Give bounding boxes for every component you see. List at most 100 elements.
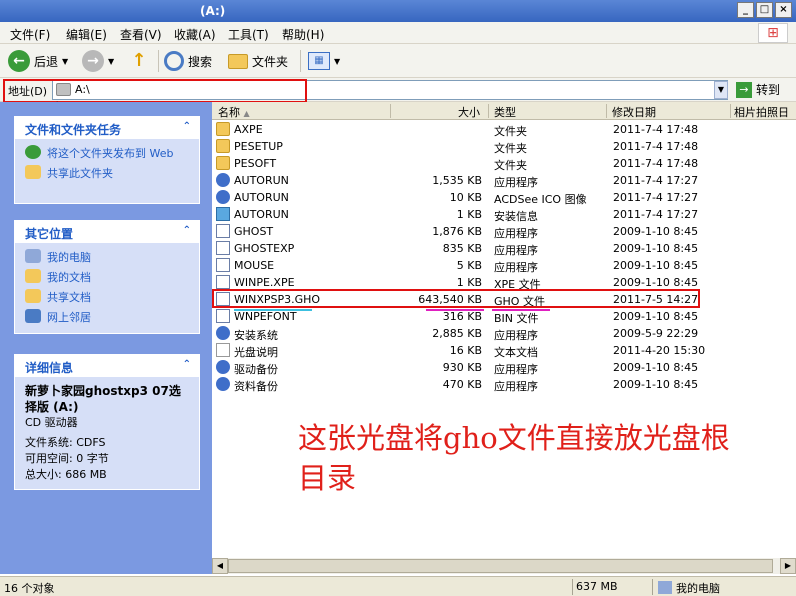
toolbar: ← 后退 ▼ → ▼ ↑ 搜索 文件夹 ▦ ▼ xyxy=(0,44,796,78)
collapse-icon[interactable]: ⌃ xyxy=(183,359,191,370)
menu-favorites[interactable]: 收藏(A) xyxy=(174,26,216,43)
file-name: MOUSE xyxy=(234,259,275,272)
menu-edit[interactable]: 编辑(E) xyxy=(66,26,107,43)
file-row[interactable]: GHOSTEXP 835 KB 应用程序 2009-1-10 8:45 xyxy=(212,240,796,257)
views-button[interactable]: ▦ ▼ xyxy=(308,50,340,72)
file-row[interactable]: AXPE 文件夹 2011-7-4 17:48 xyxy=(212,121,796,138)
file-row[interactable]: 驱动备份 930 KB 应用程序 2009-1-10 8:45 xyxy=(212,359,796,376)
file-row[interactable]: AUTORUN 10 KB ACDSee ICO 图像 2011-7-4 17:27 xyxy=(212,189,796,206)
scroll-thumb[interactable] xyxy=(228,559,773,573)
column-divider[interactable] xyxy=(606,104,607,118)
file-row[interactable]: AUTORUN 1,535 KB 应用程序 2011-7-4 17:27 xyxy=(212,172,796,189)
file-row[interactable]: 资料备份 470 KB 应用程序 2009-1-10 8:45 xyxy=(212,376,796,393)
file-modified: 2009-1-10 8:45 xyxy=(613,310,699,323)
doc-icon xyxy=(216,224,230,238)
search-button[interactable]: 搜索 xyxy=(164,50,212,72)
go-arrow-icon: → xyxy=(736,81,752,98)
file-row[interactable]: PESOFT 文件夹 2011-7-4 17:48 xyxy=(212,155,796,172)
column-size[interactable]: 大小 xyxy=(458,104,480,120)
column-type[interactable]: 类型 xyxy=(494,104,516,120)
status-divider xyxy=(572,579,573,595)
file-row[interactable]: AUTORUN 1 KB 安装信息 2011-7-4 17:27 xyxy=(212,206,796,223)
file-size: 16 KB xyxy=(449,344,482,357)
file-modified: 2009-5-9 22:29 xyxy=(613,327,699,340)
forward-button[interactable]: → ▼ xyxy=(82,50,114,72)
menu-file[interactable]: 文件(F) xyxy=(10,26,50,43)
file-row[interactable]: GHOST 1,876 KB 应用程序 2009-1-10 8:45 xyxy=(212,223,796,240)
up-button[interactable]: ↑ xyxy=(128,50,150,72)
place-my-documents[interactable]: 我的文档 xyxy=(25,269,189,285)
column-divider[interactable] xyxy=(488,104,489,118)
minimize-button[interactable]: _ xyxy=(737,2,754,18)
column-name[interactable]: 名称 ▲ xyxy=(218,104,250,120)
toolbar-divider xyxy=(158,50,159,72)
file-type: 应用程序 xyxy=(494,227,538,240)
file-tasks-panel: 文件和文件夹任务 ⌃ 将这个文件夹发布到 Web 共享此文件夹 xyxy=(14,116,200,204)
computer-icon xyxy=(25,249,41,263)
other-places-panel: 其它位置 ⌃ 我的电脑 我的文档 共享文档 网上邻居 xyxy=(14,220,200,334)
column-divider[interactable] xyxy=(390,104,391,118)
folders-button[interactable]: 文件夹 xyxy=(228,50,288,72)
place-my-computer[interactable]: 我的电脑 xyxy=(25,249,189,265)
menu-tools[interactable]: 工具(T) xyxy=(228,26,269,43)
go-label: 转到 xyxy=(756,83,781,97)
collapse-icon[interactable]: ⌃ xyxy=(183,121,191,132)
file-name: GHOSTEXP xyxy=(234,242,295,255)
gho-file-highlight-box xyxy=(212,289,700,308)
file-modified: 2011-7-4 17:27 xyxy=(613,174,699,187)
file-type: 应用程序 xyxy=(494,363,538,376)
file-size: 1 KB xyxy=(456,208,482,221)
place-shared-documents-label: 共享文档 xyxy=(47,291,91,304)
task-publish-web-label: 将这个文件夹发布到 Web xyxy=(47,147,174,160)
search-icon xyxy=(164,51,184,71)
size-underline xyxy=(426,309,484,311)
file-row[interactable]: 安装系统 2,885 KB 应用程序 2009-5-9 22:29 xyxy=(212,325,796,342)
file-row[interactable]: 光盘说明 16 KB 文本文档 2011-4-20 15:30 xyxy=(212,342,796,359)
column-photo-date[interactable]: 相片拍照日 xyxy=(734,104,789,120)
back-button[interactable]: ← 后退 ▼ xyxy=(8,50,68,72)
file-name: WINPE.XPE xyxy=(234,276,295,289)
collapse-icon[interactable]: ⌃ xyxy=(183,225,191,236)
address-dropdown-button[interactable]: ▼ xyxy=(714,81,728,99)
menu-help[interactable]: 帮助(H) xyxy=(282,26,324,43)
chevron-down-icon: ▼ xyxy=(62,56,69,66)
file-tasks-header[interactable]: 文件和文件夹任务 ⌃ xyxy=(15,117,199,139)
file-modified: 2011-7-4 17:27 xyxy=(613,191,699,204)
globe-icon xyxy=(25,145,41,159)
scroll-left-button[interactable]: ◀ xyxy=(212,558,228,574)
window-title: (A:) xyxy=(200,4,226,18)
close-button[interactable]: × xyxy=(775,2,792,18)
file-row[interactable]: PESETUP 文件夹 2011-7-4 17:48 xyxy=(212,138,796,155)
doc-icon xyxy=(216,258,230,272)
menu-view[interactable]: 查看(V) xyxy=(120,26,162,43)
details-panel: 详细信息 ⌃ 新萝卜家园ghostxp3 07选择版 (A:) CD 驱动器 文… xyxy=(14,354,200,490)
horizontal-scrollbar[interactable]: ◀ ▶ xyxy=(212,558,796,574)
place-network[interactable]: 网上邻居 xyxy=(25,309,189,325)
back-label: 后退 xyxy=(34,54,59,69)
column-header: 名称 ▲ 大小 类型 修改日期 相片拍照日 xyxy=(212,102,796,120)
status-object-count: 16 个对象 xyxy=(4,582,55,595)
shared-folder-icon xyxy=(25,289,41,303)
column-modified[interactable]: 修改日期 xyxy=(612,104,656,120)
other-places-header[interactable]: 其它位置 ⌃ xyxy=(15,221,199,243)
task-share-folder[interactable]: 共享此文件夹 xyxy=(25,165,189,181)
documents-icon xyxy=(25,269,41,283)
share-folder-icon xyxy=(25,165,41,179)
doc-icon xyxy=(216,275,230,289)
place-shared-documents[interactable]: 共享文档 xyxy=(25,289,189,305)
menu-bar: 文件(F) 编辑(E) 查看(V) 收藏(A) 工具(T) 帮助(H) ⊞ xyxy=(0,22,796,44)
scroll-right-button[interactable]: ▶ xyxy=(780,558,796,574)
file-name: 驱动备份 xyxy=(234,363,278,376)
column-divider[interactable] xyxy=(730,104,731,118)
file-row[interactable]: MOUSE 5 KB 应用程序 2009-1-10 8:45 xyxy=(212,257,796,274)
address-highlight-box xyxy=(3,79,307,103)
chevron-down-icon: ▼ xyxy=(108,56,115,66)
task-publish-web[interactable]: 将这个文件夹发布到 Web xyxy=(25,145,189,161)
status-size: 637 MB xyxy=(576,580,618,593)
place-my-computer-label: 我的电脑 xyxy=(47,251,91,264)
go-button[interactable]: → 转到 xyxy=(736,81,780,98)
maximize-button[interactable]: □ xyxy=(756,2,773,18)
drive-free-space: 可用空间: 0 字节 xyxy=(25,452,109,465)
file-modified: 2011-7-4 17:48 xyxy=(613,157,699,170)
details-header[interactable]: 详细信息 ⌃ xyxy=(15,355,199,377)
